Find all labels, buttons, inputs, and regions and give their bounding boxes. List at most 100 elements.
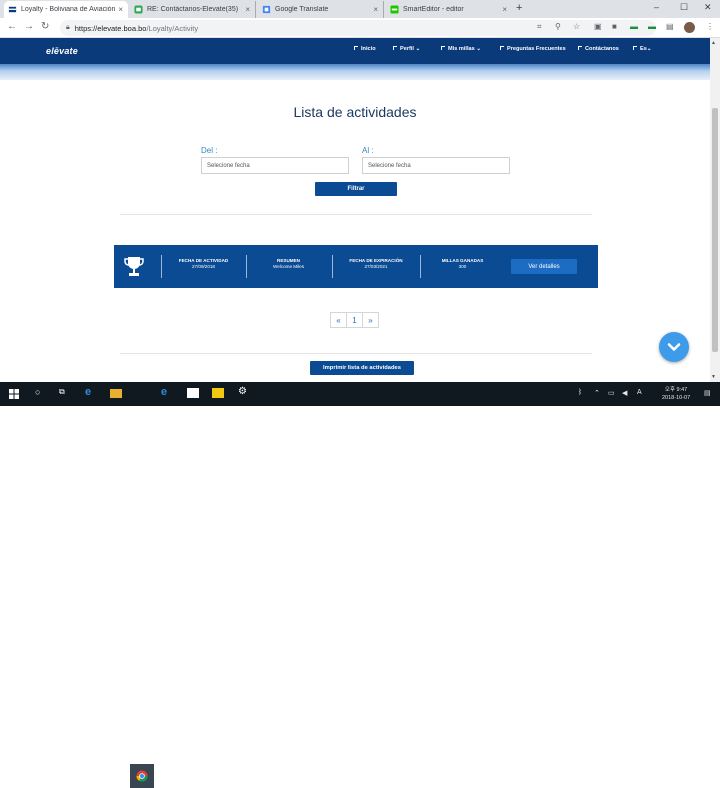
close-tab-icon[interactable]: × (502, 5, 507, 14)
extension-icon[interactable]: ▤ (666, 22, 674, 31)
windows-start-icon[interactable] (9, 389, 19, 399)
nav-perfil[interactable]: Perfil ⌄ (393, 46, 420, 52)
filter-button[interactable]: Filtrar (315, 182, 397, 196)
miles-earned-value: 300 (458, 264, 467, 269)
extension-icon[interactable]: ▣ (594, 22, 602, 31)
activity-date-cell: FECHA DE ACTIVIDAD 27/09/2018 (166, 258, 241, 270)
notifications-icon[interactable]: ▤ (704, 389, 711, 397)
header-banner (0, 64, 710, 80)
tab-title: RE: Contáctanos-Elevate(35) (147, 6, 239, 13)
scroll-up-icon[interactable]: ▲ (711, 40, 716, 46)
page-title: Lista de actividades (293, 104, 417, 120)
activity-date-value: 27/09/2018 (192, 264, 215, 269)
extension-icon[interactable]: ▬ (630, 22, 638, 31)
tab-smarteditor[interactable]: SmartEditor - editor × (386, 1, 512, 18)
miles-earned-cell: MILLAS GANADAS 300 (425, 258, 500, 270)
chevron-down-icon: ⌄ (476, 46, 481, 52)
site-header: elēvate Inicio Perfil ⌄ Mis millas ⌄ Pre… (0, 38, 710, 64)
boa-favicon-icon (8, 6, 17, 13)
tab-google-translate[interactable]: Google Translate × (258, 1, 384, 18)
tab-title: Loyalty - Boliviana de Aviación (21, 6, 116, 13)
from-date-input[interactable]: Selecione fecha (201, 157, 349, 174)
divider (420, 255, 421, 278)
sticky-notes-icon[interactable] (212, 388, 224, 398)
divider (120, 353, 592, 354)
settings-gear-icon[interactable]: ⚙ (238, 386, 247, 397)
nav-mis-millas[interactable]: Mis millas ⌄ (441, 46, 481, 52)
volume-icon[interactable]: ◀ (622, 389, 627, 397)
close-tab-icon[interactable]: × (245, 5, 250, 14)
nav-language[interactable]: Es⌄ (633, 46, 652, 52)
divider (246, 255, 247, 278)
smarteditor-favicon-icon (390, 5, 399, 14)
chevron-up-icon[interactable]: ⌃ (594, 389, 600, 397)
clock-date: 2018-10-07 (662, 395, 691, 401)
divider (332, 255, 333, 278)
people-icon[interactable]: ᛒ (578, 389, 582, 396)
ie-icon[interactable]: e (161, 386, 167, 398)
to-date-input[interactable]: Selecione fecha (362, 157, 510, 174)
nav-contactanos[interactable]: Contáctanos (578, 46, 619, 52)
browser-toolbar: ← → ↻ 🔒︎ https://elevate.boa.bo/Loyalty/… (0, 18, 720, 38)
expiry-date-value: 27/03/2021 (364, 264, 388, 269)
chrome-icon[interactable] (136, 770, 148, 782)
minimize-icon[interactable]: – (654, 2, 659, 12)
extension-icon[interactable]: ■ (612, 22, 617, 31)
new-tab-button[interactable]: + (516, 2, 522, 14)
edge-icon[interactable]: e (85, 386, 91, 398)
from-date-label: Del : (201, 146, 218, 155)
maximize-icon[interactable]: ☐ (680, 2, 688, 13)
back-arrow-icon[interactable]: ← (7, 21, 17, 32)
pagination-prev[interactable]: « (330, 312, 347, 328)
scrollbar-thumb[interactable] (712, 108, 718, 352)
chevron-down-icon: ⌄ (646, 46, 652, 52)
nav-inicio[interactable]: Inicio (354, 46, 376, 52)
windows-taskbar: ○ ⧉ e e ⚙ ᛒ ⌃ ▭ ◀ A ▤ (0, 382, 720, 788)
summary-value: Welcome Miles (272, 264, 305, 269)
tab-loyalty[interactable]: Loyalty - Boliviana de Aviación × (4, 1, 128, 18)
file-explorer-icon[interactable] (110, 389, 122, 398)
reload-icon[interactable]: ↻ (41, 21, 49, 32)
activity-row: FECHA DE ACTIVIDAD 27/09/2018 RESUMEN We… (114, 245, 598, 288)
task-view-icon[interactable]: ⧉ (59, 387, 65, 397)
forward-arrow-icon[interactable]: → (24, 21, 34, 32)
expiry-date-cell: FECHA DE EXPIRACIÓN 27/03/2021 (337, 258, 415, 270)
ime-icon[interactable]: A (637, 389, 642, 396)
url-host: https://elevate.boa.bo (74, 23, 147, 33)
elevate-logo[interactable]: elēvate (46, 46, 78, 56)
lock-icon: 🔒︎ (66, 24, 70, 31)
system-clock[interactable]: 오후 9:47 2018-10-07 (662, 386, 690, 402)
to-date-label: Al : (362, 146, 374, 155)
close-tab-icon[interactable]: × (373, 5, 378, 14)
close-tab-icon[interactable]: × (118, 5, 123, 14)
browser-tab-strip: Loyalty - Boliviana de Aviación × RE: Co… (0, 0, 720, 18)
tab-contactanos[interactable]: RE: Contáctanos-Elevate(35) × (130, 1, 256, 18)
search-icon[interactable]: ○ (35, 387, 40, 397)
clock-time: 오후 9:47 (664, 387, 688, 393)
profile-avatar[interactable] (684, 22, 695, 33)
mail-icon[interactable] (187, 388, 199, 398)
menu-kebab-icon[interactable]: ⋮ (706, 22, 714, 31)
zoom-icon[interactable]: ⚲ (555, 22, 561, 31)
network-icon[interactable]: ▭ (608, 389, 615, 397)
bookmark-star-icon[interactable]: ☆ (573, 22, 580, 31)
chevron-down-icon (667, 343, 681, 351)
pagination: « 1 » (330, 312, 379, 328)
translate-icon[interactable]: ⌗ (537, 22, 542, 32)
close-window-icon[interactable]: ✕ (704, 2, 712, 13)
chat-favicon-icon (134, 5, 143, 14)
scroll-down-icon[interactable]: ▼ (711, 374, 716, 380)
extension-icon[interactable]: ▬ (648, 22, 656, 31)
view-details-button[interactable]: Ver detalles (511, 259, 577, 274)
pagination-next[interactable]: » (362, 312, 379, 328)
scroll-down-button[interactable] (659, 332, 689, 362)
google-favicon-icon (262, 5, 271, 14)
pagination-page[interactable]: 1 (346, 312, 363, 328)
divider (161, 255, 162, 278)
print-activities-button[interactable]: Imprimir lista de actividades (310, 361, 414, 375)
chevron-down-icon: ⌄ (415, 46, 421, 52)
address-bar[interactable]: 🔒︎ https://elevate.boa.bo/Loyalty/Activi… (60, 20, 656, 36)
nav-preguntas-frecuentes[interactable]: Preguntas Frecuentes (500, 46, 566, 52)
tab-title: Google Translate (275, 6, 329, 13)
tab-title: SmartEditor - editor (403, 6, 464, 13)
